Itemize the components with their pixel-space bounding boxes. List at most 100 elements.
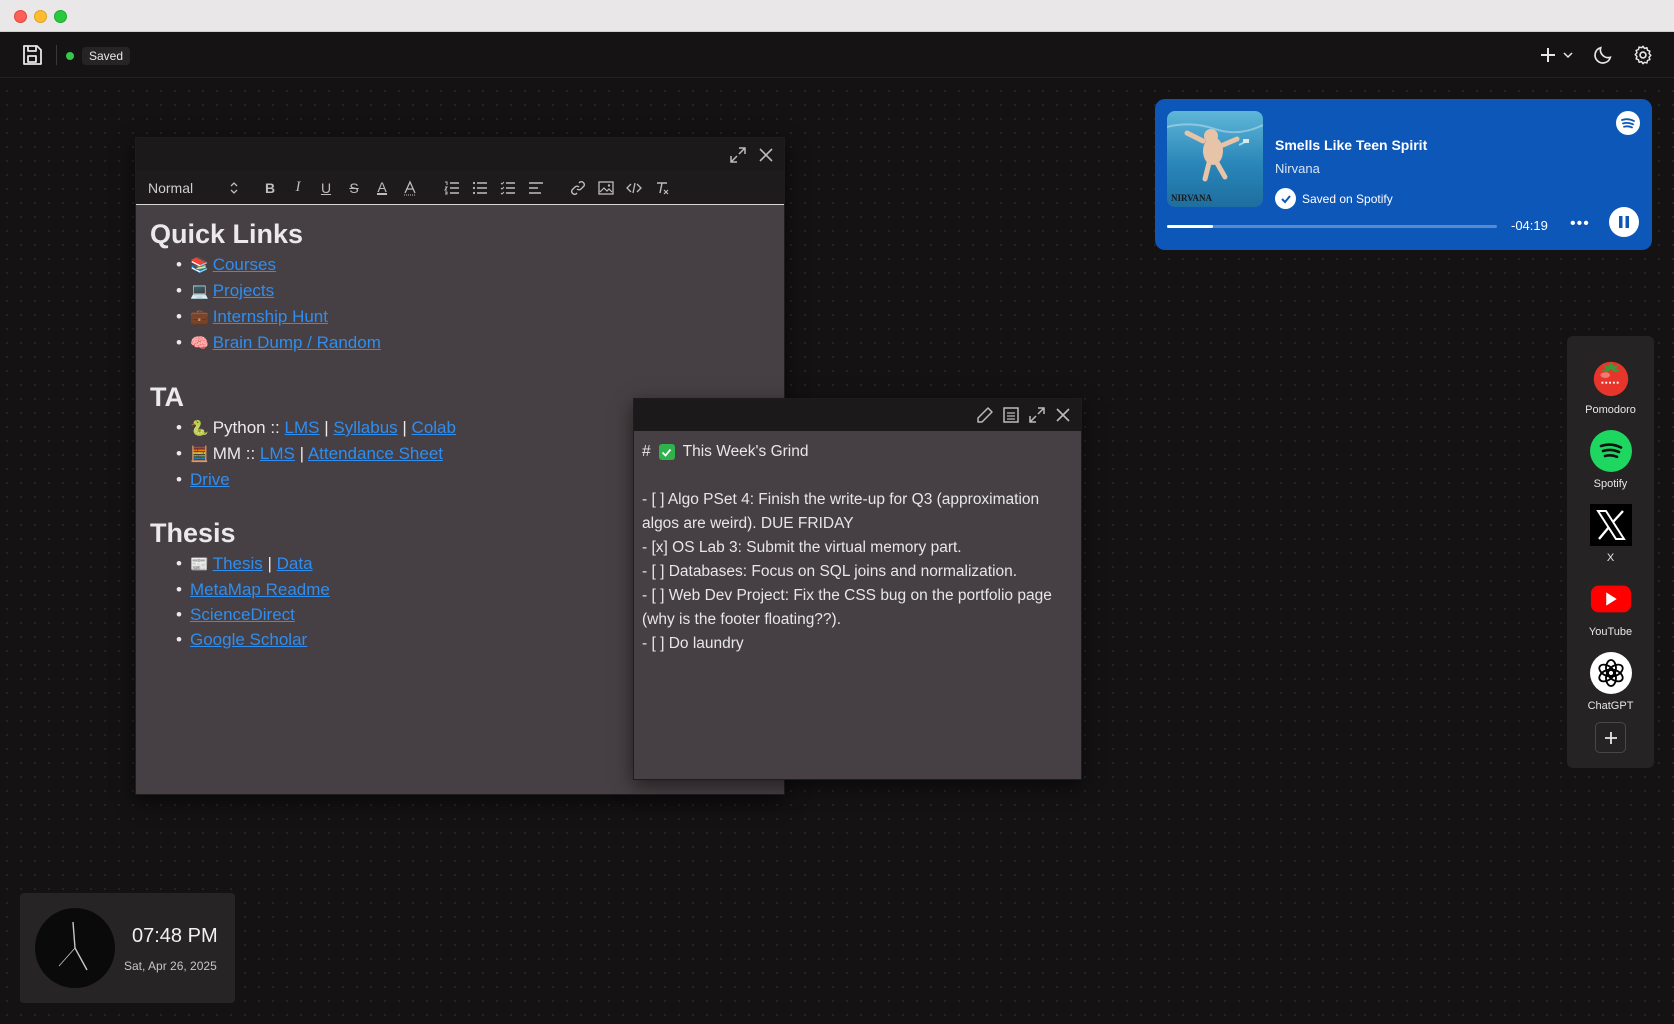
align-left-icon [529,181,543,194]
code-button[interactable] [620,176,648,200]
track-artist[interactable]: Nirvana [1275,161,1320,176]
note-line: - [ ] Databases: Focus on SQL joins and … [642,563,1018,580]
digital-time: 07:48 PM [132,925,218,947]
brain-dump-link[interactable]: Brain Dump / Random [213,333,381,352]
bold-button[interactable]: B [256,176,284,200]
bullet-list-icon [472,181,487,194]
dock-app-spotify[interactable]: Spotify [1567,430,1654,490]
abacus-icon: 🧮 [190,446,209,463]
check-mark-icon [658,444,675,460]
dock-app-label: Spotify [1593,478,1628,490]
list-item: 📚Courses [176,252,770,278]
save-icon[interactable] [20,43,44,67]
progress-fill [1167,225,1214,228]
separator: | [402,418,407,437]
current-date: Sat, Apr 26, 2025 [124,959,217,973]
drive-link[interactable]: Drive [190,470,230,489]
chevron-down-icon [1563,52,1573,59]
chatgpt-icon [1589,652,1632,694]
note-line: - [ ] Do laundry [642,635,744,652]
list-item: 💼Internship Hunt [176,304,770,330]
clear-format-button[interactable] [648,176,676,200]
moon-icon [1594,46,1612,64]
internship-hunt-link[interactable]: Internship Hunt [213,307,328,326]
close-window-button[interactable] [14,10,27,23]
books-icon: 📚 [190,257,209,274]
track-title[interactable]: Smells Like Teen Spirit [1275,137,1427,153]
briefcase-icon: 💼 [190,309,209,326]
separator: | [324,418,329,437]
status-badge: Saved [82,47,131,65]
minute-hand [72,921,76,949]
dock-app-label: YouTube [1588,626,1633,638]
dark-mode-toggle[interactable] [1590,42,1616,68]
courses-link[interactable]: Courses [213,255,276,274]
python-syllabus-link[interactable]: Syllabus [333,418,397,437]
window-titlebar [0,0,1674,32]
add-app-button[interactable] [1595,722,1626,753]
clock-widget: 07:48 PM Sat, Apr 26, 2025 [20,893,235,1003]
playback-progress[interactable] [1167,225,1497,228]
mm-prefix: MM :: [212,444,256,463]
image-button[interactable] [592,176,620,200]
format-select[interactable]: Normal [148,180,238,196]
saved-on-spotify[interactable]: Saved on Spotify [1275,188,1393,209]
dock-app-label: Pomodoro [1585,404,1636,416]
python-colab-link[interactable]: Colab [412,418,456,437]
link-button[interactable] [564,176,592,200]
note-content[interactable]: # This Week's Grind - [ ] Algo PSet 4: F… [634,431,1081,665]
dock-app-pomodoro[interactable]: Pomodoro [1567,356,1654,416]
data-link[interactable]: Data [277,554,313,573]
ordered-list-button[interactable] [438,176,466,200]
more-options-icon[interactable]: ••• [1570,215,1590,233]
mm-lms-link[interactable]: LMS [260,444,295,463]
image-icon [598,180,614,195]
pencil-icon[interactable] [975,405,995,425]
zoom-window-button[interactable] [54,10,67,23]
close-icon[interactable] [756,145,776,165]
align-button[interactable] [522,176,550,200]
spotify-logo-icon[interactable] [1616,111,1640,135]
bullet-list-button[interactable] [466,176,494,200]
google-scholar-link[interactable]: Google Scholar [190,630,307,649]
app-topbar: Saved [0,32,1674,78]
highlight-button[interactable] [396,176,424,200]
strikethrough-button[interactable]: S [340,176,368,200]
text-color-button[interactable]: A [368,176,396,200]
time-remaining: -04:19 [1511,218,1548,233]
add-widget-button[interactable] [1536,42,1576,68]
attendance-sheet-link[interactable]: Attendance Sheet [308,444,443,463]
pause-button[interactable] [1609,207,1639,237]
ordered-list-icon [444,181,459,194]
note-header [634,399,1081,431]
check-list-icon [500,181,515,195]
preview-icon[interactable] [1001,405,1021,425]
italic-button[interactable]: I [284,176,312,200]
dock-app-chatgpt[interactable]: ChatGPT [1567,652,1654,712]
python-lms-link[interactable]: LMS [285,418,320,437]
close-icon[interactable] [1053,405,1073,425]
spotify-widget: NIRVANA Smells Like Teen Spirit Nirvana … [1155,99,1652,250]
expand-icon[interactable] [728,145,748,165]
projects-link[interactable]: Projects [213,281,274,300]
format-select-value: Normal [148,179,194,196]
plus-icon [1541,48,1555,62]
check-list-button[interactable] [494,176,522,200]
metamap-readme-link[interactable]: MetaMap Readme [190,580,330,599]
settings-button[interactable] [1630,42,1656,68]
heading-hash: # [642,443,651,460]
spotify-icon [1589,430,1632,472]
link-icon [571,180,585,195]
status-dot [66,52,74,60]
thesis-link[interactable]: Thesis [213,554,263,573]
minimize-window-button[interactable] [34,10,47,23]
dock-app-x[interactable]: X [1567,504,1654,564]
expand-icon[interactable] [1027,405,1047,425]
dock-app-youtube[interactable]: YouTube [1567,578,1654,638]
underline-button[interactable]: U [312,176,340,200]
check-circle-icon [1275,188,1296,209]
save-status: Saved [66,47,131,65]
dock-app-label: X [1606,552,1615,564]
topbar-divider [56,45,57,65]
sciencedirect-link[interactable]: ScienceDirect [190,605,295,624]
